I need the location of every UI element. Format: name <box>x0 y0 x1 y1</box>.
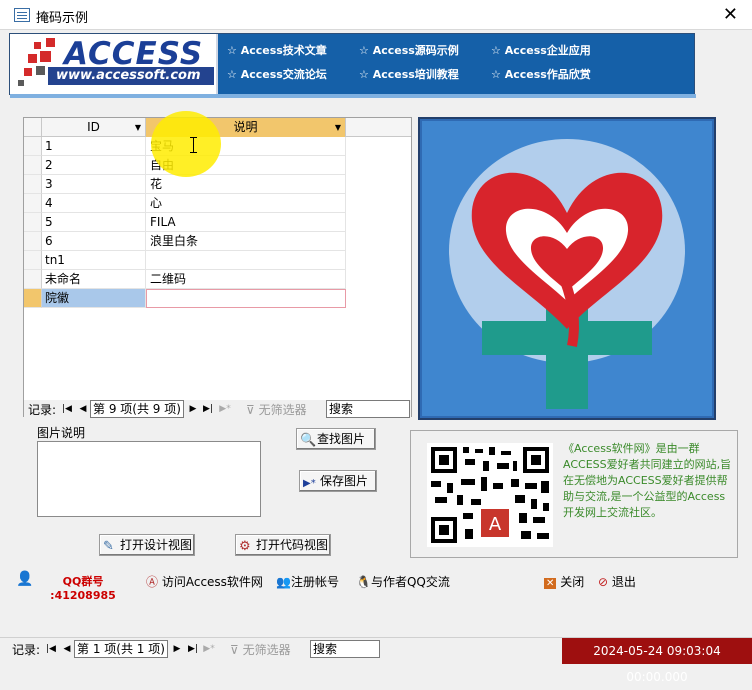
last-record-icon[interactable]: ▶| <box>201 400 215 418</box>
qq-penguin-icon: 🐧 <box>356 575 371 589</box>
cell-description[interactable]: FILA <box>146 213 346 232</box>
title-bar: 掩码示例 ✕ <box>0 0 752 30</box>
cell-id[interactable]: 1 <box>42 137 146 156</box>
table-row[interactable]: 4 心 <box>24 194 346 213</box>
first-record-icon[interactable]: |◀ <box>60 400 74 418</box>
close-icon[interactable]: ✕ <box>723 4 738 25</box>
link-showcase[interactable]: ☆ Access作品欣赏 <box>491 66 591 82</box>
add-user-icon[interactable]: 👤 <box>16 571 33 587</box>
save-picture-button[interactable]: ▶* 保存图片 <box>299 470 377 492</box>
table-row[interactable]: 6 浪里白条 <box>24 232 346 251</box>
cell-id[interactable]: 6 <box>42 232 146 251</box>
open-code-view-button[interactable]: ⚙ 打开代码视图 <box>235 534 331 556</box>
prev-record-icon[interactable]: ◀ <box>60 640 74 658</box>
select-all-corner[interactable] <box>24 118 42 137</box>
record-position[interactable]: 第 9 项(共 9 项) <box>90 400 184 418</box>
cell-description[interactable] <box>146 251 346 270</box>
cell-description[interactable]: 二维码 <box>146 270 346 289</box>
nav-label: 记录: <box>12 643 41 657</box>
visit-site-link[interactable]: Ⓐ 访问Access软件网 <box>146 573 263 590</box>
users-icon: 👥 <box>276 575 291 589</box>
exit-button[interactable]: ⊘ 退出 <box>598 573 636 590</box>
datetime-display: 2024-05-24 09:03:04 00:00.000 <box>562 638 752 684</box>
next-record-icon[interactable]: ▶ <box>170 640 184 658</box>
prev-record-icon[interactable]: ◀ <box>76 400 90 418</box>
design-view-icon: ✎ <box>103 539 114 554</box>
qq-group-number: :41208985 <box>50 589 116 602</box>
qq-chat-link[interactable]: 🐧与作者QQ交流 <box>356 573 450 590</box>
code-view-icon: ⚙ <box>239 539 251 554</box>
link-training[interactable]: ☆ Access培训教程 <box>359 66 459 82</box>
link-forum[interactable]: ☆ Access交流论坛 <box>227 66 327 82</box>
search-box[interactable]: 搜索 <box>310 640 380 658</box>
record-navigator: 记录: |◀ ◀ 第 9 项(共 9 项) ▶ ▶| ▶* ⊽ 无筛选器 搜索 <box>24 400 411 418</box>
find-picture-button[interactable]: 🔍 查找图片 <box>296 428 376 450</box>
form-icon <box>14 8 30 22</box>
nav-label: 记录: <box>28 403 57 417</box>
cell-id[interactable]: 5 <box>42 213 146 232</box>
new-record-icon[interactable]: ▶* <box>218 400 232 418</box>
access-icon: Ⓐ <box>146 575 159 589</box>
filter-icon: ⊽ <box>230 643 239 657</box>
table-row[interactable]: 未命名 二维码 <box>24 270 346 289</box>
site-info-box: A 《Access软件网》是由一群ACCESS爱好者共同建立的网站,旨在无偿地为… <box>410 430 738 558</box>
text-cursor-icon <box>190 137 199 153</box>
cell-id[interactable]: 2 <box>42 156 146 175</box>
link-source-samples[interactable]: ☆ Access源码示例 <box>359 42 459 58</box>
record-selector[interactable] <box>24 289 42 308</box>
cell-description[interactable]: 心 <box>146 194 346 213</box>
link-tech-articles[interactable]: ☆ Access技术文章 <box>227 42 327 58</box>
cell-id[interactable]: 4 <box>42 194 146 213</box>
magnifier-icon: 🔍 <box>300 433 317 448</box>
datasheet: ID▼ 说明▼ 1 宝马 2 自由 3 花 4 心 5 FILA 6 浪里白条 … <box>23 117 412 418</box>
first-record-icon[interactable]: |◀ <box>44 640 58 658</box>
picture-caption-label: 图片说明 <box>37 426 86 440</box>
picture-caption-field[interactable] <box>37 441 261 517</box>
image-frame <box>418 117 716 420</box>
cell-id[interactable]: 3 <box>42 175 146 194</box>
filter-icon: ⊽ <box>246 403 255 417</box>
qq-group: QQ群号 :41208985 <box>48 573 118 602</box>
site-banner: ACCESS www.accessoft.com ☆ Access技术文章 ☆ … <box>9 33 696 98</box>
table-row[interactable]: tn1 <box>24 251 346 270</box>
no-filter-indicator[interactable]: ⊽ 无筛选器 <box>246 401 307 418</box>
table-row-current[interactable]: 院徽 <box>24 289 346 308</box>
site-description: 《Access软件网》是由一群ACCESS爱好者共同建立的网站,旨在无偿地为AC… <box>563 442 732 519</box>
table-row[interactable]: 3 花 <box>24 175 346 194</box>
qr-code-image: A <box>427 443 553 547</box>
last-record-icon[interactable]: ▶| <box>186 640 200 658</box>
table-row[interactable]: 5 FILA <box>24 213 346 232</box>
search-box[interactable]: 搜索 <box>326 400 410 418</box>
access-logo: ACCESS www.accessoft.com <box>10 34 218 94</box>
cell-description[interactable]: 浪里白条 <box>146 232 346 251</box>
logo-url: www.accessoft.com <box>48 67 214 85</box>
banner-stripe <box>10 94 696 98</box>
close-button[interactable]: ✕ 关闭 <box>544 573 584 590</box>
register-link[interactable]: 👥注册帐号 <box>276 573 339 590</box>
svg-text:A: A <box>489 514 502 535</box>
dropdown-arrow-icon[interactable]: ▼ <box>335 118 341 137</box>
new-record-icon[interactable]: ▶* <box>202 640 216 658</box>
open-design-view-button[interactable]: ✎ 打开设计视图 <box>99 534 195 556</box>
new-record-icon: ▶* <box>303 478 316 489</box>
dropdown-arrow-icon[interactable]: ▼ <box>135 118 141 137</box>
cell-description-editing[interactable] <box>146 289 346 308</box>
column-header-id[interactable]: ID ▼ <box>42 118 146 137</box>
next-record-icon[interactable]: ▶ <box>186 400 200 418</box>
stop-icon: ⊘ <box>598 575 609 589</box>
cell-id[interactable]: 未命名 <box>42 270 146 289</box>
cell-description[interactable]: 花 <box>146 175 346 194</box>
cursor-highlight <box>151 111 221 177</box>
window-title: 掩码示例 <box>36 11 89 26</box>
emblem-image <box>422 121 712 416</box>
record-position[interactable]: 第 1 项(共 1 项) <box>74 640 168 658</box>
cell-id[interactable]: 院徽 <box>42 289 146 308</box>
no-filter-indicator[interactable]: ⊽ 无筛选器 <box>230 641 291 658</box>
cell-id[interactable]: tn1 <box>42 251 146 270</box>
link-enterprise[interactable]: ☆ Access企业应用 <box>491 42 591 58</box>
form-record-navigator: 记录: |◀ ◀ 第 1 项(共 1 项) ▶ ▶| ▶* ⊽ 无筛选器 搜索 <box>0 640 560 658</box>
close-box-icon: ✕ <box>544 578 557 589</box>
